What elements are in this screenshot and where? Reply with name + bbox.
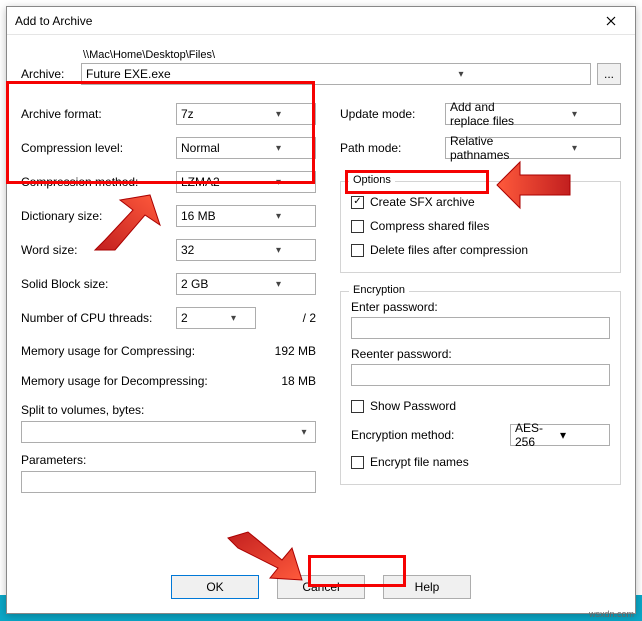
browse-button[interactable]: ... <box>597 63 621 85</box>
options-group: Options Create SFX archive Compress shar… <box>340 181 621 273</box>
create-sfx-row[interactable]: Create SFX archive <box>351 190 610 214</box>
dictionary-size-label: Dictionary size: <box>21 209 176 223</box>
chevron-down-icon: ▾ <box>246 109 311 120</box>
split-volumes-combo[interactable]: ▾ <box>21 421 316 443</box>
solid-block-size-select[interactable]: 2 GB▾ <box>176 273 316 295</box>
solid-block-size-label: Solid Block size: <box>21 277 176 291</box>
compression-method-select[interactable]: LZMA2▾ <box>176 171 316 193</box>
encryption-legend: Encryption <box>349 284 409 296</box>
close-button[interactable] <box>595 7 627 35</box>
update-mode-label: Update mode: <box>340 107 445 121</box>
cpu-threads-select[interactable]: 2▾ <box>176 307 256 329</box>
help-button[interactable]: Help <box>383 575 471 599</box>
mem-decompress-label: Memory usage for Decompressing: <box>21 374 246 388</box>
close-icon <box>606 16 616 26</box>
delete-after-checkbox[interactable] <box>351 244 364 257</box>
archive-file-combo[interactable]: Future EXE.exe ▾ <box>81 63 591 85</box>
show-password-label: Show Password <box>370 399 456 413</box>
encryption-method-label: Encryption method: <box>351 428 504 442</box>
left-column: Archive format: 7z▾ Compression level: N… <box>21 99 316 493</box>
options-legend: Options <box>349 174 395 186</box>
cpu-threads-max: / 2 <box>262 311 316 325</box>
enter-password-label: Enter password: <box>351 300 610 314</box>
show-password-checkbox[interactable] <box>351 400 364 413</box>
compress-shared-row[interactable]: Compress shared files <box>351 214 610 238</box>
compress-shared-checkbox[interactable] <box>351 220 364 233</box>
delete-after-row[interactable]: Delete files after compression <box>351 238 610 262</box>
encryption-method-select[interactable]: AES-256▾ <box>510 424 610 446</box>
archive-path: \\Mac\Home\Desktop\Files\ <box>81 49 621 61</box>
mem-compress-value: 192 MB <box>246 344 316 358</box>
encrypt-filenames-checkbox[interactable] <box>351 456 364 469</box>
chevron-down-icon: ▾ <box>246 211 311 222</box>
chevron-down-icon: ▾ <box>246 279 311 290</box>
enter-password-input[interactable] <box>351 317 610 339</box>
path-mode-select[interactable]: Relative pathnames▾ <box>445 137 621 159</box>
compression-level-select[interactable]: Normal▾ <box>176 137 316 159</box>
chevron-down-icon: ▾ <box>246 143 311 154</box>
chevron-down-icon: ▾ <box>246 177 311 188</box>
mem-decompress-value: 18 MB <box>246 374 316 388</box>
window-title: Add to Archive <box>15 14 595 28</box>
parameters-input[interactable] <box>21 471 316 493</box>
compression-method-label: Compression method: <box>21 175 176 189</box>
archive-file-value: Future EXE.exe <box>86 67 336 81</box>
reenter-password-input[interactable] <box>351 364 610 386</box>
add-to-archive-dialog: Add to Archive Archive: \\Mac\Home\Deskt… <box>6 6 636 614</box>
encrypt-filenames-label: Encrypt file names <box>370 455 469 469</box>
encryption-group: Encryption Enter password: Reenter passw… <box>340 291 621 485</box>
right-column: Update mode: Add and replace files▾ Path… <box>340 99 621 493</box>
update-mode-select[interactable]: Add and replace files▾ <box>445 103 621 125</box>
watermark: wsxdn.com <box>589 609 634 619</box>
compress-shared-label: Compress shared files <box>370 219 489 233</box>
chevron-down-icon: ▾ <box>216 313 251 324</box>
archive-format-label: Archive format: <box>21 107 176 121</box>
delete-after-label: Delete files after compression <box>370 243 528 257</box>
word-size-select[interactable]: 32▾ <box>176 239 316 261</box>
chevron-down-icon: ▾ <box>533 109 616 120</box>
word-size-label: Word size: <box>21 243 176 257</box>
show-password-row[interactable]: Show Password <box>351 394 610 418</box>
chevron-down-icon: ▾ <box>246 245 311 256</box>
chevron-down-icon: ▾ <box>533 143 616 154</box>
compression-level-label: Compression level: <box>21 141 176 155</box>
encrypt-filenames-row[interactable]: Encrypt file names <box>351 450 610 474</box>
create-sfx-label: Create SFX archive <box>370 195 475 209</box>
cpu-threads-label: Number of CPU threads: <box>21 311 176 325</box>
ok-button[interactable]: OK <box>171 575 259 599</box>
archive-format-select[interactable]: 7z▾ <box>176 103 316 125</box>
path-mode-label: Path mode: <box>340 141 445 155</box>
cancel-button[interactable]: Cancel <box>277 575 365 599</box>
archive-label: Archive: <box>21 49 75 81</box>
chevron-down-icon: ▾ <box>560 428 605 442</box>
reenter-password-label: Reenter password: <box>351 347 610 361</box>
create-sfx-checkbox[interactable] <box>351 196 364 209</box>
split-label: Split to volumes, bytes: <box>21 403 316 417</box>
titlebar: Add to Archive <box>7 7 635 35</box>
chevron-down-icon: ▾ <box>336 69 586 80</box>
dictionary-size-select[interactable]: 16 MB▾ <box>176 205 316 227</box>
parameters-label: Parameters: <box>21 453 316 467</box>
mem-compress-label: Memory usage for Compressing: <box>21 344 246 358</box>
chevron-down-icon: ▾ <box>297 427 311 438</box>
